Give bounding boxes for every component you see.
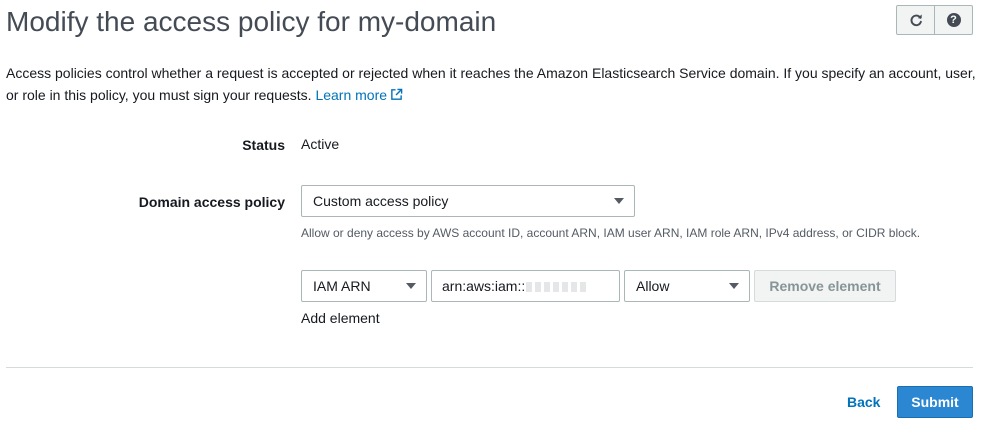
- domain-access-policy-label: Domain access policy: [138, 194, 285, 210]
- refresh-button[interactable]: [897, 6, 934, 34]
- submit-button[interactable]: Submit: [897, 386, 973, 418]
- principal-type-value: IAM ARN: [313, 278, 371, 294]
- arn-input[interactable]: arn:aws:iam::: [431, 270, 620, 302]
- learn-more-label: Learn more: [315, 87, 388, 103]
- help-button[interactable]: ?: [934, 6, 972, 34]
- learn-more-link[interactable]: Learn more: [315, 87, 403, 103]
- footer-divider: [6, 367, 973, 368]
- effect-value: Allow: [636, 278, 670, 294]
- domain-access-policy-select[interactable]: Custom access policy: [301, 185, 635, 217]
- remove-element-button[interactable]: Remove element: [754, 270, 896, 302]
- principal-type-select[interactable]: IAM ARN: [301, 270, 427, 302]
- description-text: Access policies control whether a reques…: [6, 65, 976, 103]
- chevron-down-icon: [406, 283, 416, 289]
- back-button[interactable]: Back: [847, 394, 880, 410]
- help-icon: ?: [946, 13, 961, 27]
- chevron-down-icon: [729, 283, 739, 289]
- external-link-icon: [391, 88, 403, 100]
- status-label: Status: [242, 137, 285, 153]
- policy-description: Access policies control whether a reques…: [6, 62, 981, 106]
- status-value: Active: [301, 136, 340, 152]
- modify-access-policy-page: Modify the access policy for my-domain ?…: [0, 0, 992, 423]
- chevron-down-icon: [614, 198, 624, 204]
- domain-access-policy-value: Custom access policy: [313, 193, 449, 209]
- refresh-icon: [910, 14, 922, 27]
- add-element-link[interactable]: Add element: [301, 310, 380, 326]
- redacted-account-id: [526, 282, 589, 293]
- header-icon-buttons: ?: [896, 5, 973, 35]
- arn-value: arn:aws:iam::: [442, 278, 526, 294]
- effect-select[interactable]: Allow: [624, 270, 750, 302]
- page-title: Modify the access policy for my-domain: [6, 6, 497, 37]
- domain-access-policy-hint: Allow or deny access by AWS account ID, …: [301, 226, 921, 240]
